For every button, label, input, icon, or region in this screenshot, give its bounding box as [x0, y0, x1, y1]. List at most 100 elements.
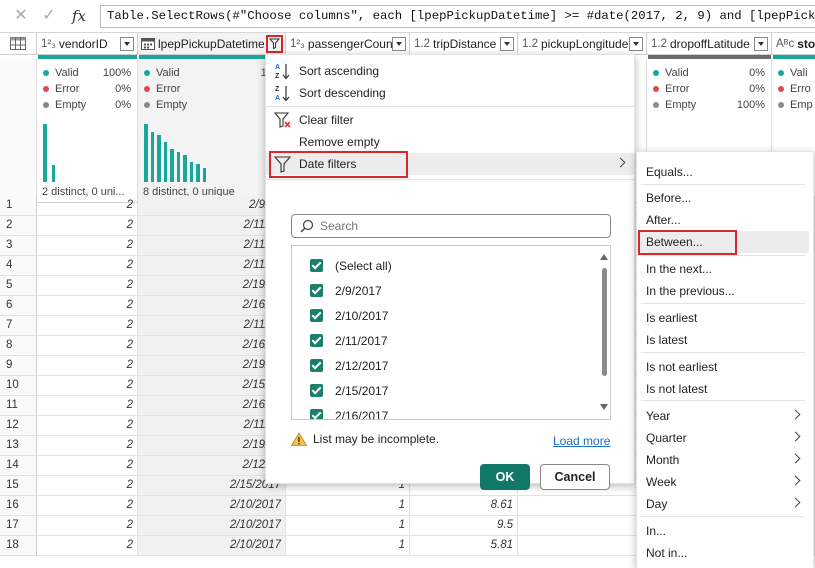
- row-number[interactable]: 4: [0, 256, 37, 276]
- column-header-lpeppickupdatetime[interactable]: lpepPickupDatetime: [138, 33, 286, 55]
- row-number[interactable]: 1: [0, 196, 37, 216]
- table-corner-button[interactable]: [0, 33, 37, 55]
- table-cell[interactable]: 1: [286, 536, 410, 556]
- column-header-pickuplongitude[interactable]: 1.2 pickupLongitude: [518, 33, 647, 55]
- column-header-passengercount[interactable]: 1²₃ passengerCount: [286, 33, 410, 55]
- value-checkbox[interactable]: 2/16/2017: [310, 403, 388, 419]
- table-cell[interactable]: 2/16/20: [138, 396, 286, 416]
- value-checkbox[interactable]: 2/12/2017: [310, 353, 388, 378]
- row-number[interactable]: 15: [0, 476, 37, 496]
- submenu-item-year[interactable]: Year: [637, 405, 809, 427]
- clear-filter-item[interactable]: Clear filter: [266, 109, 634, 131]
- table-cell[interactable]: 2: [37, 256, 138, 276]
- submenu-item-in-previous[interactable]: In the previous...: [637, 280, 809, 302]
- table-cell[interactable]: 2: [37, 356, 138, 376]
- value-checkbox[interactable]: 2/11/2017: [310, 328, 388, 353]
- submenu-item-equals[interactable]: Equals...: [637, 161, 809, 183]
- column-dropdown-icon[interactable]: [120, 36, 134, 51]
- table-cell[interactable]: 2/11/20: [138, 216, 286, 236]
- table-cell[interactable]: 5.81: [410, 536, 518, 556]
- submenu-item-is-latest[interactable]: Is latest: [637, 329, 809, 351]
- row-number[interactable]: 16: [0, 496, 37, 516]
- submenu-item-day[interactable]: Day: [637, 493, 809, 515]
- check-icon[interactable]: ✓: [40, 6, 58, 26]
- value-checkbox[interactable]: 2/10/2017: [310, 303, 388, 328]
- submenu-item-between[interactable]: Between...: [637, 231, 809, 253]
- submenu-item-after[interactable]: After...: [637, 209, 809, 231]
- submenu-item-month[interactable]: Month: [637, 449, 809, 471]
- select-all-checkbox[interactable]: (Select all): [310, 253, 392, 278]
- row-number[interactable]: 12: [0, 416, 37, 436]
- row-number[interactable]: 14: [0, 456, 37, 476]
- table-cell[interactable]: 2: [37, 316, 138, 336]
- sort-ascending-item[interactable]: A Z Sort ascending: [266, 60, 634, 82]
- search-input[interactable]: [320, 219, 600, 233]
- row-number[interactable]: 6: [0, 296, 37, 316]
- submenu-item-in-next[interactable]: In the next...: [637, 258, 809, 280]
- table-cell[interactable]: 2/10/2017: [138, 516, 286, 536]
- scroll-down-icon[interactable]: [600, 404, 608, 410]
- table-cell[interactable]: 2: [37, 276, 138, 296]
- row-number[interactable]: 2: [0, 216, 37, 236]
- table-cell[interactable]: n: [518, 496, 647, 516]
- row-number[interactable]: 13: [0, 436, 37, 456]
- table-cell[interactable]: 2: [37, 296, 138, 316]
- ok-button[interactable]: OK: [480, 464, 530, 490]
- search-box[interactable]: [291, 214, 611, 238]
- column-dropdown-icon[interactable]: [754, 36, 768, 51]
- column-dropdown-icon[interactable]: [392, 36, 406, 51]
- row-number[interactable]: 9: [0, 356, 37, 376]
- table-cell[interactable]: 8.61: [410, 496, 518, 516]
- column-header-dropofflatitude[interactable]: 1.2 dropoffLatitude: [647, 33, 772, 55]
- value-checkbox[interactable]: 2/9/2017: [310, 278, 382, 303]
- filter-dropdown-button[interactable]: [266, 34, 283, 53]
- fx-icon[interactable]: fx: [68, 6, 90, 26]
- table-cell[interactable]: 1: [286, 516, 410, 536]
- row-number[interactable]: 10: [0, 376, 37, 396]
- formula-input[interactable]: Table.SelectRows(#"Choose columns", each…: [100, 5, 815, 28]
- remove-empty-item[interactable]: Remove empty: [266, 131, 634, 153]
- submenu-item-not-in[interactable]: Not in...: [637, 542, 809, 564]
- table-cell[interactable]: 2: [37, 216, 138, 236]
- table-cell[interactable]: 2/10/2017: [138, 496, 286, 516]
- column-header-tripdistance[interactable]: 1.2 tripDistance: [410, 33, 518, 55]
- table-cell[interactable]: 2/19/20: [138, 436, 286, 456]
- column-dropdown-icon[interactable]: [500, 36, 514, 51]
- table-cell[interactable]: 2/11/20: [138, 416, 286, 436]
- table-cell[interactable]: n: [518, 516, 647, 536]
- table-cell[interactable]: 2: [37, 396, 138, 416]
- table-cell[interactable]: 2/11/20: [138, 236, 286, 256]
- table-cell[interactable]: 2: [37, 536, 138, 556]
- list-scrollbar[interactable]: [598, 246, 610, 419]
- column-dropdown-icon[interactable]: [629, 36, 643, 51]
- distribution-histogram[interactable]: [43, 122, 58, 182]
- row-number[interactable]: 18: [0, 536, 37, 556]
- table-cell[interactable]: 2: [37, 436, 138, 456]
- row-number[interactable]: 17: [0, 516, 37, 536]
- table-cell[interactable]: 2/15/20: [138, 376, 286, 396]
- scroll-thumb[interactable]: [602, 268, 607, 376]
- table-cell[interactable]: 9.5: [410, 516, 518, 536]
- table-cell[interactable]: 2: [37, 336, 138, 356]
- table-cell[interactable]: 2/19/20: [138, 356, 286, 376]
- table-cell[interactable]: 2: [37, 456, 138, 476]
- table-cell[interactable]: 2: [37, 376, 138, 396]
- submenu-item-before[interactable]: Before...: [637, 187, 809, 209]
- table-cell[interactable]: 2/12/20: [138, 456, 286, 476]
- table-cell[interactable]: 2: [37, 516, 138, 536]
- value-checkbox[interactable]: 2/15/2017: [310, 378, 388, 403]
- table-cell[interactable]: 2/9/20: [138, 196, 286, 216]
- cancel-icon[interactable]: ✕: [12, 6, 30, 26]
- table-cell[interactable]: 1: [286, 496, 410, 516]
- submenu-item-is-not-latest[interactable]: Is not latest: [637, 378, 809, 400]
- sort-descending-item[interactable]: Z A Sort descending: [266, 82, 634, 104]
- table-cell[interactable]: 2/11/20: [138, 316, 286, 336]
- table-cell[interactable]: 2/19/20: [138, 276, 286, 296]
- date-filters-item[interactable]: Date filters: [266, 153, 634, 175]
- row-number[interactable]: 5: [0, 276, 37, 296]
- cancel-button[interactable]: Cancel: [540, 464, 610, 490]
- scroll-up-icon[interactable]: [600, 254, 608, 260]
- table-cell[interactable]: n: [518, 536, 647, 556]
- row-number[interactable]: 11: [0, 396, 37, 416]
- table-cell[interactable]: 2/11/20: [138, 256, 286, 276]
